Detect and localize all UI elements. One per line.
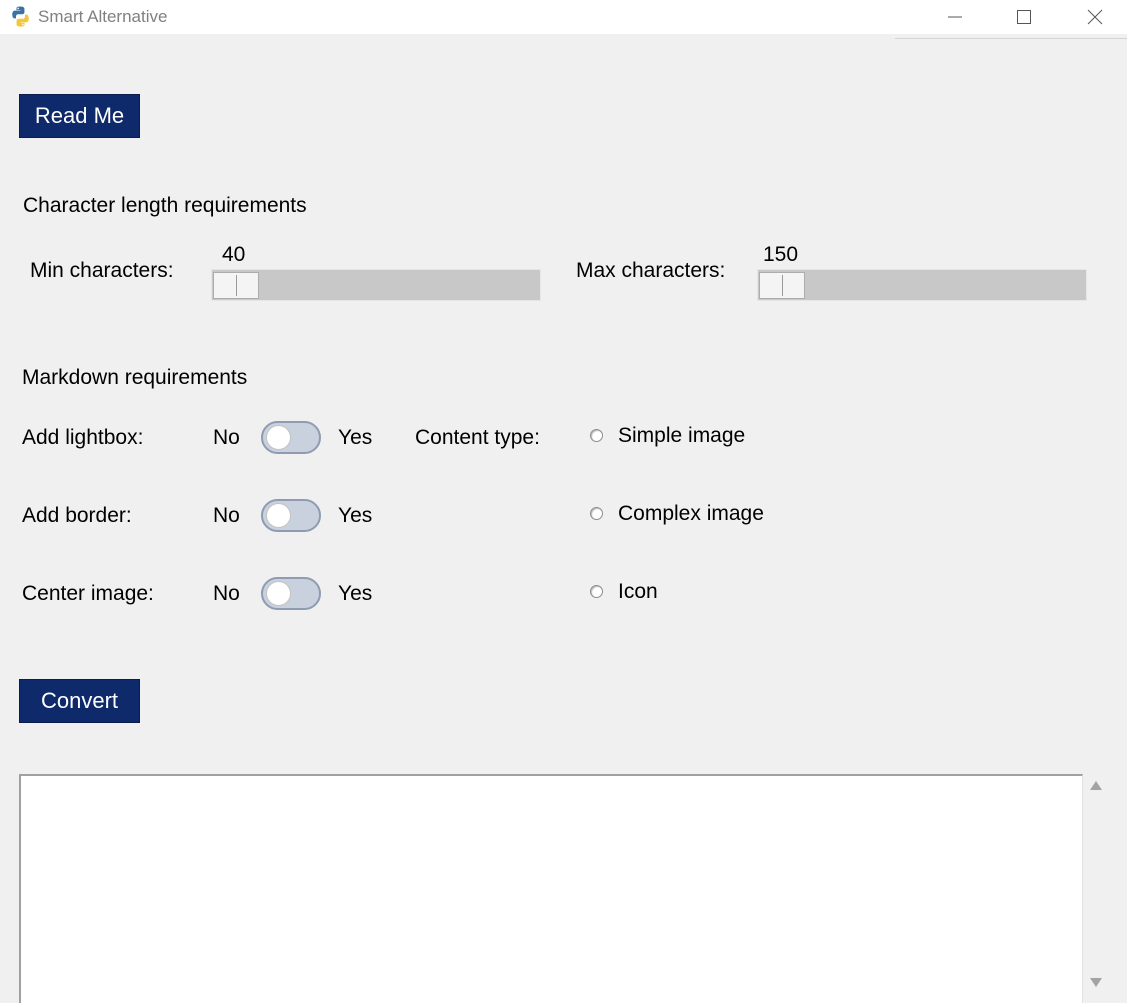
scroll-down-icon[interactable] bbox=[1090, 978, 1102, 987]
center-image-yes-label: Yes bbox=[338, 582, 373, 605]
complex-image-radio[interactable] bbox=[590, 507, 603, 520]
add-lightbox-label: Add lightbox: bbox=[22, 426, 144, 449]
maximize-button[interactable] bbox=[1001, 0, 1047, 34]
max-characters-slider-thumb[interactable] bbox=[759, 272, 805, 299]
maximize-icon bbox=[1017, 10, 1031, 24]
toggle-knob bbox=[266, 425, 291, 450]
add-lightbox-toggle[interactable] bbox=[261, 421, 321, 454]
output-scrollbar[interactable] bbox=[1083, 774, 1109, 1003]
simple-image-radio-label[interactable]: Simple image bbox=[618, 424, 745, 448]
toggle-knob bbox=[266, 503, 291, 528]
min-characters-slider-thumb[interactable] bbox=[213, 272, 259, 299]
add-border-no-label: No bbox=[213, 504, 240, 527]
icon-radio-label[interactable]: Icon bbox=[618, 580, 658, 604]
window-title: Smart Alternative bbox=[38, 7, 168, 26]
convert-button[interactable]: Convert bbox=[19, 679, 140, 723]
add-border-yes-label: Yes bbox=[338, 504, 373, 527]
complex-image-radio-label[interactable]: Complex image bbox=[618, 502, 764, 526]
min-characters-value: 40 bbox=[222, 243, 246, 266]
toggle-knob bbox=[266, 581, 291, 606]
minimize-button[interactable] bbox=[932, 0, 978, 34]
scroll-up-icon[interactable] bbox=[1090, 781, 1102, 790]
max-characters-slider[interactable] bbox=[757, 269, 1087, 301]
max-characters-label: Max characters: bbox=[576, 259, 726, 282]
simple-image-radio[interactable] bbox=[590, 429, 603, 442]
title-bar-divider bbox=[895, 38, 1127, 39]
add-lightbox-yes-label: Yes bbox=[338, 426, 373, 449]
output-textarea[interactable] bbox=[19, 774, 1083, 1003]
icon-radio[interactable] bbox=[590, 585, 603, 598]
markdown-requirements-heading: Markdown requirements bbox=[22, 366, 248, 389]
close-icon bbox=[1087, 9, 1103, 25]
min-characters-slider[interactable] bbox=[211, 269, 541, 301]
character-length-heading: Character length requirements bbox=[23, 194, 307, 217]
max-characters-value: 150 bbox=[763, 243, 799, 266]
close-button[interactable] bbox=[1072, 0, 1118, 34]
add-border-toggle[interactable] bbox=[261, 499, 321, 532]
center-image-toggle[interactable] bbox=[261, 577, 321, 610]
center-image-no-label: No bbox=[213, 582, 240, 605]
title-bar: Smart Alternative bbox=[0, 0, 1127, 34]
add-border-label: Add border: bbox=[22, 504, 132, 527]
add-lightbox-no-label: No bbox=[213, 426, 240, 449]
minimize-icon bbox=[948, 16, 962, 18]
read-me-button[interactable]: Read Me bbox=[19, 94, 140, 138]
content-type-label: Content type: bbox=[415, 426, 540, 449]
min-characters-label: Min characters: bbox=[30, 259, 174, 282]
python-icon bbox=[12, 6, 29, 27]
center-image-label: Center image: bbox=[22, 582, 154, 605]
